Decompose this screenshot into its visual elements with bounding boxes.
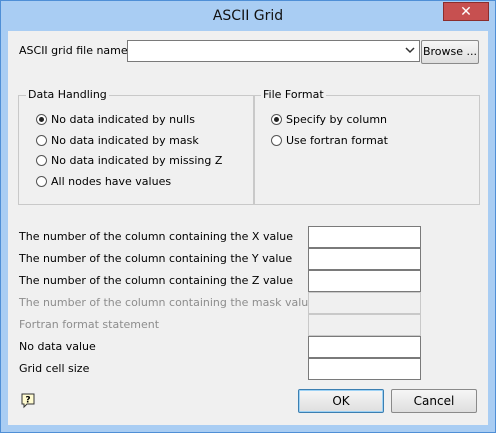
- cancel-button[interactable]: Cancel: [391, 389, 477, 413]
- radio-selected-icon: [271, 114, 282, 125]
- radio-unselected-icon: [36, 176, 47, 187]
- data-handling-title: Data Handling: [26, 88, 109, 101]
- fortran-format-label: Fortran format statement: [19, 318, 160, 331]
- mask-column-input: [308, 292, 421, 314]
- radio-unselected-icon: [36, 155, 47, 166]
- radio-unselected-icon: [36, 135, 47, 146]
- help-icon[interactable]: ?: [20, 393, 36, 409]
- radio-all-nodes-values[interactable]: All nodes have values: [36, 175, 171, 188]
- file-name-combobox[interactable]: [127, 40, 420, 62]
- no-data-value-input[interactable]: [308, 336, 421, 358]
- radio-label: No data indicated by mask: [51, 134, 199, 147]
- ok-button[interactable]: OK: [298, 389, 384, 413]
- file-name-label: ASCII grid file name: [19, 44, 128, 57]
- grid-cell-size-label: Grid cell size: [19, 362, 90, 375]
- title-bar: ASCII Grid ✕: [1, 1, 495, 31]
- radio-label: No data indicated by nulls: [51, 113, 195, 126]
- browse-button[interactable]: Browse ...: [421, 40, 479, 64]
- x-column-input[interactable]: [308, 226, 421, 248]
- radio-no-data-nulls[interactable]: No data indicated by nulls: [36, 113, 195, 126]
- z-column-label: The number of the column containing the …: [19, 274, 293, 287]
- radio-specify-by-column[interactable]: Specify by column: [271, 113, 387, 126]
- svg-text:?: ?: [25, 396, 30, 406]
- no-data-value-label: No data value: [19, 340, 96, 353]
- radio-use-fortran-format[interactable]: Use fortran format: [271, 134, 388, 147]
- data-handling-group: [18, 95, 254, 205]
- ascii-grid-dialog: ASCII Grid ✕ ASCII grid file name Browse…: [0, 0, 496, 433]
- radio-label: Use fortran format: [286, 134, 388, 147]
- dialog-body: ASCII grid file name Browse ... Data Han…: [8, 31, 488, 425]
- x-column-label: The number of the column containing the …: [19, 230, 293, 243]
- mask-column-label: The number of the column containing the …: [19, 296, 316, 309]
- file-format-group: [254, 95, 480, 205]
- radio-unselected-icon: [271, 135, 282, 146]
- radio-label: Specify by column: [286, 113, 388, 126]
- y-column-label: The number of the column containing the …: [19, 252, 293, 265]
- close-icon: ✕: [460, 4, 472, 20]
- y-column-input[interactable]: [308, 248, 421, 270]
- grid-cell-size-input[interactable]: [308, 358, 421, 380]
- fortran-format-input: [308, 314, 421, 336]
- radio-label: All nodes have values: [51, 175, 172, 188]
- z-column-input[interactable]: [308, 270, 421, 292]
- radio-no-data-mask[interactable]: No data indicated by mask: [36, 134, 199, 147]
- file-format-title: File Format: [261, 88, 326, 101]
- radio-no-data-missing-z[interactable]: No data indicated by missing Z: [36, 154, 222, 167]
- close-button[interactable]: ✕: [443, 2, 489, 21]
- window-title: ASCII Grid: [212, 8, 284, 24]
- radio-label: No data indicated by missing Z: [51, 154, 223, 167]
- radio-selected-icon: [36, 114, 47, 125]
- chevron-down-icon: [405, 47, 415, 54]
